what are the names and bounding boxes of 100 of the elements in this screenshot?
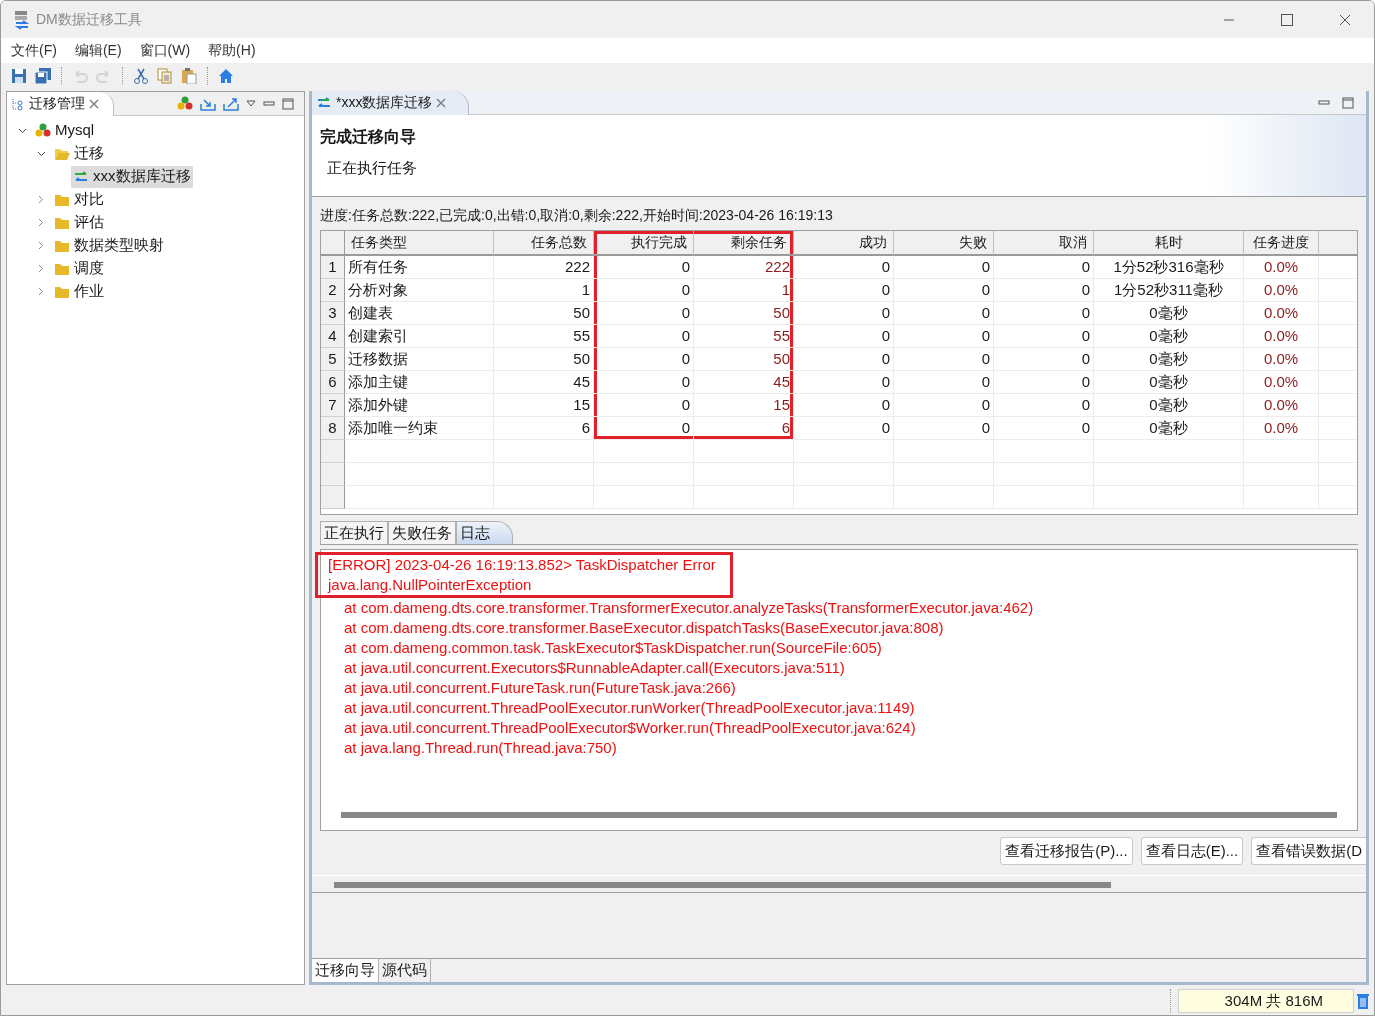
maximize-icon[interactable] (1281, 13, 1293, 26)
button[interactable]: 查看日志(E)... (1140, 837, 1244, 865)
column-header[interactable]: 耗时 (1094, 231, 1244, 256)
table-cell: 所有任务 (345, 256, 494, 279)
cut-icon[interactable] (133, 68, 149, 84)
table-cell: 0.0% (1244, 371, 1319, 394)
tab[interactable]: 失败任务 (388, 521, 456, 544)
folder-icon (54, 215, 70, 230)
scrollbar[interactable] (341, 812, 1337, 818)
menu-item[interactable]: 帮助(H) (202, 40, 262, 61)
maximize-icon[interactable] (1342, 96, 1354, 109)
column-header[interactable]: 任务类型 (345, 231, 494, 256)
folder-icon (54, 261, 70, 276)
menu-item[interactable]: 编辑(E) (68, 40, 128, 61)
save-all-icon[interactable] (35, 68, 51, 84)
close-icon[interactable] (1339, 13, 1351, 26)
table-cell: 45 (694, 371, 794, 394)
table-cell: 0 (794, 279, 894, 302)
table-cell: 0 (894, 417, 994, 440)
column-header[interactable]: 失败 (894, 231, 994, 256)
chevron-right-icon[interactable] (38, 195, 44, 204)
view-menu-icon[interactable] (246, 99, 256, 108)
chevron-right-icon[interactable] (38, 287, 44, 296)
column-header[interactable]: 执行完成 (594, 231, 694, 256)
table-cell: 6 (694, 417, 794, 440)
chevron-right-icon[interactable] (38, 241, 44, 250)
table-cell: 0 (894, 371, 994, 394)
log-line: at java.util.concurrent.Executors$RunnableAdapter.call(Executors.java:511) (343, 658, 846, 678)
tree-item[interactable]: Mysql (33, 119, 97, 142)
tab[interactable]: 正在执行 (320, 521, 388, 544)
column-header[interactable]: 剩余任务 (694, 231, 794, 256)
tree-item[interactable]: 调度 (52, 257, 106, 280)
table-cell: 0 (894, 256, 994, 279)
close-icon[interactable] (436, 97, 447, 108)
table-cell: 0 (794, 394, 894, 417)
table-cell: 222 (494, 256, 594, 279)
column-header[interactable]: 成功 (794, 231, 894, 256)
table-cell: 0 (994, 302, 1094, 325)
table-cell: 分析对象 (345, 279, 494, 302)
table-cell: 0毫秒 (1094, 394, 1244, 417)
column-header[interactable]: 任务进度 (1244, 231, 1319, 256)
maximize-icon[interactable] (282, 97, 294, 110)
table-cell: 创建索引 (345, 325, 494, 348)
table-cell: 0 (994, 256, 1094, 279)
memory-usage: 304M 共 816M (1224, 990, 1323, 1011)
tree-item[interactable]: xxx数据库迁移 (71, 165, 193, 188)
tree-item[interactable]: 数据类型映射 (52, 234, 166, 257)
menu-item[interactable]: 文件(F) (5, 40, 63, 61)
table-cell: 0.0% (1244, 417, 1319, 440)
trash-icon[interactable] (1356, 992, 1370, 1010)
tree-item[interactable]: 对比 (52, 188, 106, 211)
view-tab[interactable]: 迁移管理 (7, 91, 114, 116)
table-cell: 0毫秒 (1094, 325, 1244, 348)
table-cell: 0毫秒 (1094, 417, 1244, 440)
chevron-right-icon[interactable] (38, 264, 44, 273)
chevron-down-icon[interactable] (36, 150, 46, 157)
log-line: [ERROR] 2023-04-26 16:19:13.852> TaskDispatcher Error (327, 555, 716, 575)
colored-balls-icon[interactable] (177, 96, 193, 111)
tab[interactable]: 日志 (456, 521, 513, 544)
table-cell: 0 (594, 348, 694, 371)
table-cell: 50 (494, 348, 594, 371)
table-cell: 0 (894, 348, 994, 371)
button[interactable]: 查看错误数据(D (1251, 837, 1366, 865)
row-number: 1 (321, 256, 345, 279)
table-cell: 0 (994, 279, 1094, 302)
table-cell: 0 (894, 394, 994, 417)
table-cell: 添加主键 (345, 371, 494, 394)
tab[interactable]: 源代码 (379, 959, 431, 982)
tree-item[interactable]: 评估 (52, 211, 106, 234)
minimize-icon[interactable] (1318, 97, 1330, 108)
chevron-right-icon[interactable] (38, 218, 44, 227)
table-cell: 50 (694, 348, 794, 371)
tree-item[interactable]: 作业 (52, 280, 106, 303)
button[interactable]: 查看迁移报告(P)... (1000, 837, 1133, 865)
export-icon[interactable] (223, 96, 239, 111)
menu-item[interactable]: 窗口(W) (133, 40, 197, 61)
import-icon[interactable] (200, 96, 216, 111)
log-line: at com.dameng.dts.core.transformer.TransformerExecutor.analyzeTasks(TransformerExecutor.java:462) (343, 598, 1035, 618)
table-cell: 创建表 (345, 302, 494, 325)
column-header[interactable]: 取消 (994, 231, 1094, 256)
table-cell: 0.0% (1244, 279, 1319, 302)
app-icon (13, 9, 31, 30)
close-icon[interactable] (89, 98, 99, 109)
tab[interactable]: 迁移向导 (312, 959, 379, 982)
table-cell: 0.0% (1244, 325, 1319, 348)
row-number: 7 (321, 394, 345, 417)
home-icon[interactable] (218, 68, 234, 84)
minimize-icon[interactable] (263, 98, 275, 109)
copy-icon[interactable] (157, 68, 173, 84)
table-cell: 0 (794, 348, 894, 371)
paste-icon[interactable] (181, 68, 197, 84)
table-cell: 55 (494, 325, 594, 348)
table-cell: 0.0% (1244, 256, 1319, 279)
progress-text: 进度:任务总数:222,已完成:0,出错:0,取消:0,剩余:222,开始时间:2023-04-26 16:19:13 (320, 206, 834, 225)
column-header[interactable]: 任务总数 (494, 231, 594, 256)
save-icon[interactable] (11, 68, 27, 84)
editor-tab[interactable]: *xxx数据库迁移 (312, 90, 470, 115)
tree-item[interactable]: 迁移 (52, 142, 106, 165)
scrollbar[interactable] (334, 882, 1111, 888)
chevron-down-icon[interactable] (17, 127, 27, 134)
